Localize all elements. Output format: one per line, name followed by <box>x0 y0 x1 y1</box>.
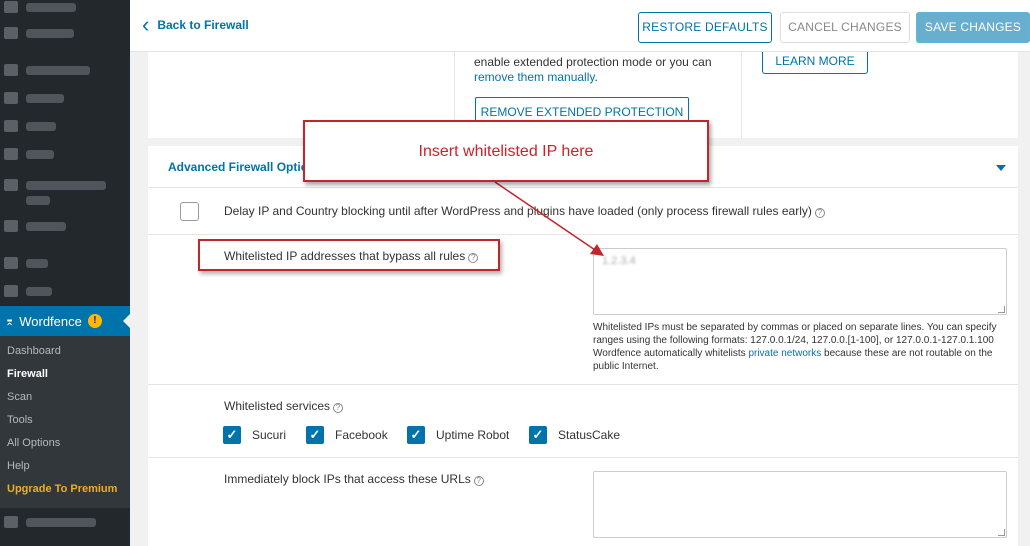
resize-handle-icon[interactable] <box>998 306 1005 313</box>
notification-badge: ! <box>87 314 102 328</box>
blurred-menu-item[interactable] <box>4 256 48 270</box>
block-urls-textarea[interactable] <box>593 471 1007 538</box>
menu-icon <box>4 220 18 232</box>
menu-icon <box>4 285 18 297</box>
sidebar-item-label: Wordfence <box>19 313 82 329</box>
checkmark-icon[interactable]: ✓ <box>407 426 425 444</box>
whitelisted-ips-textarea[interactable]: 1.2.3.4 <box>593 248 1007 315</box>
menu-icon <box>4 257 18 269</box>
blurred-menu-item[interactable] <box>4 0 76 14</box>
whitelist-help-text: Whitelisted IPs must be separated by com… <box>593 322 997 372</box>
whitelisted-ip-value: 1.2.3.4 <box>602 255 636 267</box>
private-networks-link[interactable]: private networks <box>748 348 821 359</box>
service-option-facebook[interactable]: ✓ Facebook <box>306 426 388 444</box>
blurred-menu-item[interactable] <box>4 26 74 40</box>
caret-down-icon[interactable] <box>996 165 1006 171</box>
menu-icon <box>4 179 18 191</box>
blurred-menu-item[interactable] <box>4 147 54 161</box>
service-option-uptime-robot[interactable]: ✓ Uptime Robot <box>407 426 509 444</box>
checkmark-icon[interactable]: ✓ <box>529 426 547 444</box>
back-to-firewall-link[interactable]: ‹ Back to Firewall <box>142 12 249 37</box>
blurred-menu-item[interactable] <box>4 119 56 133</box>
submenu-item-tools[interactable]: Tools <box>0 412 130 435</box>
blurred-menu-item[interactable] <box>4 515 96 529</box>
help-icon[interactable]: ? <box>814 208 825 218</box>
delay-blocking-row: Delay IP and Country blocking until afte… <box>148 189 1018 235</box>
delay-blocking-checkbox[interactable] <box>180 202 199 221</box>
active-indicator-arrow <box>123 314 130 328</box>
annotation-callout: Insert whitelisted IP here <box>303 120 709 182</box>
extended-protection-text: enable extended protection mode or you c… <box>474 55 712 84</box>
learn-more-button[interactable]: LEARN MORE <box>762 52 868 74</box>
menu-icon <box>4 92 18 104</box>
admin-sidebar: ⌆ Wordfence ! Dashboard Firewall Scan To… <box>0 0 130 546</box>
submenu-item-scan[interactable]: Scan <box>0 389 130 412</box>
restore-defaults-button[interactable]: RESTORE DEFAULTS <box>638 12 772 43</box>
callout-text: Insert whitelisted IP here <box>418 143 594 160</box>
menu-icon <box>4 64 18 76</box>
resize-handle-icon[interactable] <box>998 529 1005 536</box>
save-changes-button[interactable]: SAVE CHANGES <box>916 12 1030 43</box>
remove-manually-link[interactable]: remove them manually <box>474 70 595 84</box>
cancel-changes-button[interactable]: CANCEL CHANGES <box>780 12 910 43</box>
section-title: Advanced Firewall Option <box>168 160 316 174</box>
checkmark-icon[interactable]: ✓ <box>306 426 324 444</box>
delay-blocking-label: Delay IP and Country blocking until afte… <box>224 204 812 218</box>
menu-icon <box>4 148 18 160</box>
menu-icon <box>4 120 18 132</box>
service-option-statuscake[interactable]: ✓ StatusCake <box>529 426 620 444</box>
block-urls-label: Immediately block IPs that access these … <box>224 472 471 486</box>
back-link-label: Back to Firewall <box>157 18 249 32</box>
menu-icon <box>4 516 18 528</box>
submenu-item-firewall[interactable]: Firewall <box>0 366 130 389</box>
help-icon[interactable]: ? <box>333 403 344 413</box>
submenu-item-all-options[interactable]: All Options <box>0 435 130 458</box>
blurred-menu-item[interactable] <box>4 178 106 192</box>
blurred-menu-item-line2 <box>26 193 50 207</box>
blurred-menu-item[interactable] <box>4 284 52 298</box>
wordfence-submenu: Dashboard Firewall Scan Tools All Option… <box>0 336 130 508</box>
chevron-left-icon: ‹ <box>142 12 150 37</box>
menu-icon <box>4 1 18 13</box>
whitelisted-services-row: Whitelisted services? ✓ Sucuri ✓ Faceboo… <box>148 386 1018 458</box>
menu-icon <box>4 27 18 39</box>
submenu-item-dashboard[interactable]: Dashboard <box>0 343 130 366</box>
options-toolbar: ‹ Back to Firewall RESTORE DEFAULTS CANC… <box>130 0 1030 52</box>
service-option-sucuri[interactable]: ✓ Sucuri <box>223 426 286 444</box>
submenu-item-help[interactable]: Help <box>0 458 130 481</box>
sidebar-item-wordfence[interactable]: ⌆ Wordfence ! <box>0 306 130 336</box>
blurred-menu-item[interactable] <box>4 63 90 77</box>
whitelisted-services-label: Whitelisted services <box>224 399 331 413</box>
checkmark-icon[interactable]: ✓ <box>223 426 241 444</box>
annotation-highlight-box <box>198 239 500 271</box>
submenu-item-upgrade[interactable]: Upgrade To Premium <box>0 481 130 504</box>
blurred-menu-item[interactable] <box>4 91 64 105</box>
wordfence-icon: ⌆ <box>5 315 15 328</box>
blurred-menu-item[interactable] <box>4 219 66 233</box>
block-urls-row: Immediately block IPs that access these … <box>148 459 1018 546</box>
help-icon[interactable]: ? <box>473 476 484 486</box>
